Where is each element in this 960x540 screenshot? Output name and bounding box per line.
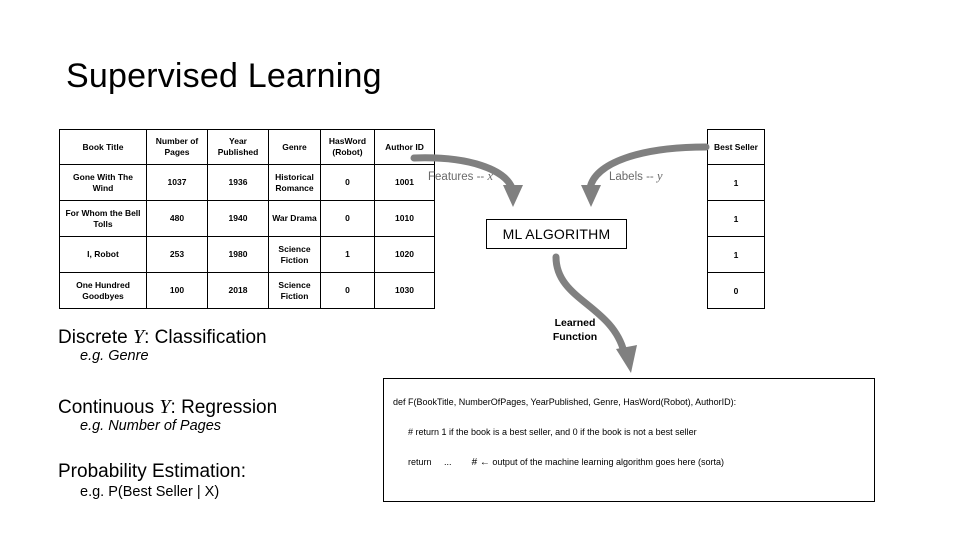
cell-genre: Historical Romance [268,164,321,201]
cell-has-word-robot: 1 [320,236,375,273]
cell-book-title: For Whom the Bell Tolls [59,200,147,237]
table-row: Gone With The Wind 1037 1936 Historical … [59,164,435,201]
bullet-discrete-classification: Discrete Y: Classification [58,326,267,349]
table-row: 1 [707,164,765,201]
regression-suffix: : Regression [170,397,278,418]
features-label-text: Features -- [428,171,488,183]
bestseller-header-row: Best Seller [707,129,765,165]
classification-prefix: Discrete [58,327,133,348]
code-return-keyword: return [408,457,432,467]
probability-example: e.g. P(Best Seller | X) [80,484,220,500]
code-return-comment-arrow: # ← [471,457,490,468]
classification-suffix: : Classification [144,327,267,348]
column-header-year-published: Year Published [207,129,269,165]
column-header-author-id: Author ID [374,129,435,165]
cell-book-title: I, Robot [59,236,147,273]
code-line-comment: # return 1 if the book is a best seller,… [408,427,697,437]
table-row: 1 [707,200,765,237]
cell-best-seller: 0 [707,272,765,309]
cell-year-published: 1980 [207,236,269,273]
table-row: For Whom the Bell Tolls 480 1940 War Dra… [59,200,435,237]
learned-function-arrowhead [616,345,637,373]
code-return-comment: output of the machine learning algorithm… [492,457,725,467]
table-row: I, Robot 253 1980 Science Fiction 1 1020 [59,236,435,273]
cell-genre: War Drama [268,200,321,237]
labels-variable-y: y [656,169,663,183]
book-features-table: Book Title Number of Pages Year Publishe… [59,129,435,309]
learned-function-line-2: Function [552,331,598,344]
cell-year-published: 1940 [207,200,269,237]
cell-genre: Science Fiction [268,272,321,309]
cell-author-id: 1010 [374,200,435,237]
labels-arrowhead [581,185,601,207]
page-title: Supervised Learning [66,57,382,95]
table-row: 0 [707,272,765,309]
ml-algorithm-box: ML ALGORITHM [486,219,627,249]
cell-number-of-pages: 480 [146,200,208,237]
cell-author-id: 1020 [374,236,435,273]
features-arrowhead [503,185,523,207]
table-header-row: Book Title Number of Pages Year Publishe… [59,129,435,165]
cell-genre: Science Fiction [268,236,321,273]
features-variable-x: x [487,169,493,183]
learned-function-label: Learned Function [540,316,610,344]
learned-function-line-1: Learned [554,317,596,329]
cell-book-title: Gone With The Wind [59,164,147,201]
column-header-genre: Genre [268,129,321,165]
bullet-probability-estimation: Probability Estimation: [58,461,246,482]
classification-example: e.g. Genre [80,348,149,364]
labels-arrow-label: Labels -- y [609,169,663,184]
cell-number-of-pages: 253 [146,236,208,273]
column-header-best-seller: Best Seller [707,129,765,165]
cell-year-published: 2018 [207,272,269,309]
best-seller-label-table: Best Seller 1 1 1 0 [707,129,765,309]
code-line-def: def F(BookTitle, NumberOfPages, YearPubl… [393,397,737,407]
cell-year-published: 1936 [207,164,269,201]
table-row: 1 [707,236,765,273]
bullet-continuous-regression: Continuous Y: Regression [58,396,277,419]
column-header-book-title: Book Title [59,129,147,165]
regression-variable-y: Y [159,396,171,418]
cell-best-seller: 1 [707,164,765,201]
cell-number-of-pages: 1037 [146,164,208,201]
code-return-spacer-2 [452,457,472,467]
cell-has-word-robot: 0 [320,272,375,309]
cell-has-word-robot: 0 [320,164,375,201]
table-row: One Hundred Goodbyes 100 2018 Science Fi… [59,272,435,309]
regression-example: e.g. Number of Pages [80,418,222,434]
regression-prefix: Continuous [58,397,160,418]
cell-author-id: 1030 [374,272,435,309]
features-arrow-label: Features -- x [428,169,493,184]
cell-book-title: One Hundred Goodbyes [59,272,147,309]
pseudocode-box: def F(BookTitle, NumberOfPages, YearPubl… [383,378,875,502]
cell-has-word-robot: 0 [320,200,375,237]
code-return-value: ... [444,457,452,467]
cell-best-seller: 1 [707,200,765,237]
code-return-spacer-1 [432,457,445,467]
code-line-return: return ... # ← output of the machine lea… [408,458,724,468]
classification-variable-y: Y [132,326,145,348]
labels-label-text: Labels -- [609,171,657,183]
cell-best-seller: 1 [707,236,765,273]
column-header-number-of-pages: Number of Pages [146,129,208,165]
column-header-has-word-robot: HasWord (Robot) [320,129,375,165]
ml-algorithm-label: ML ALGORITHM [502,226,611,242]
cell-number-of-pages: 100 [146,272,208,309]
cell-author-id: 1001 [374,164,435,201]
slide-canvas: Supervised Learning Book Title Number of… [0,0,960,540]
